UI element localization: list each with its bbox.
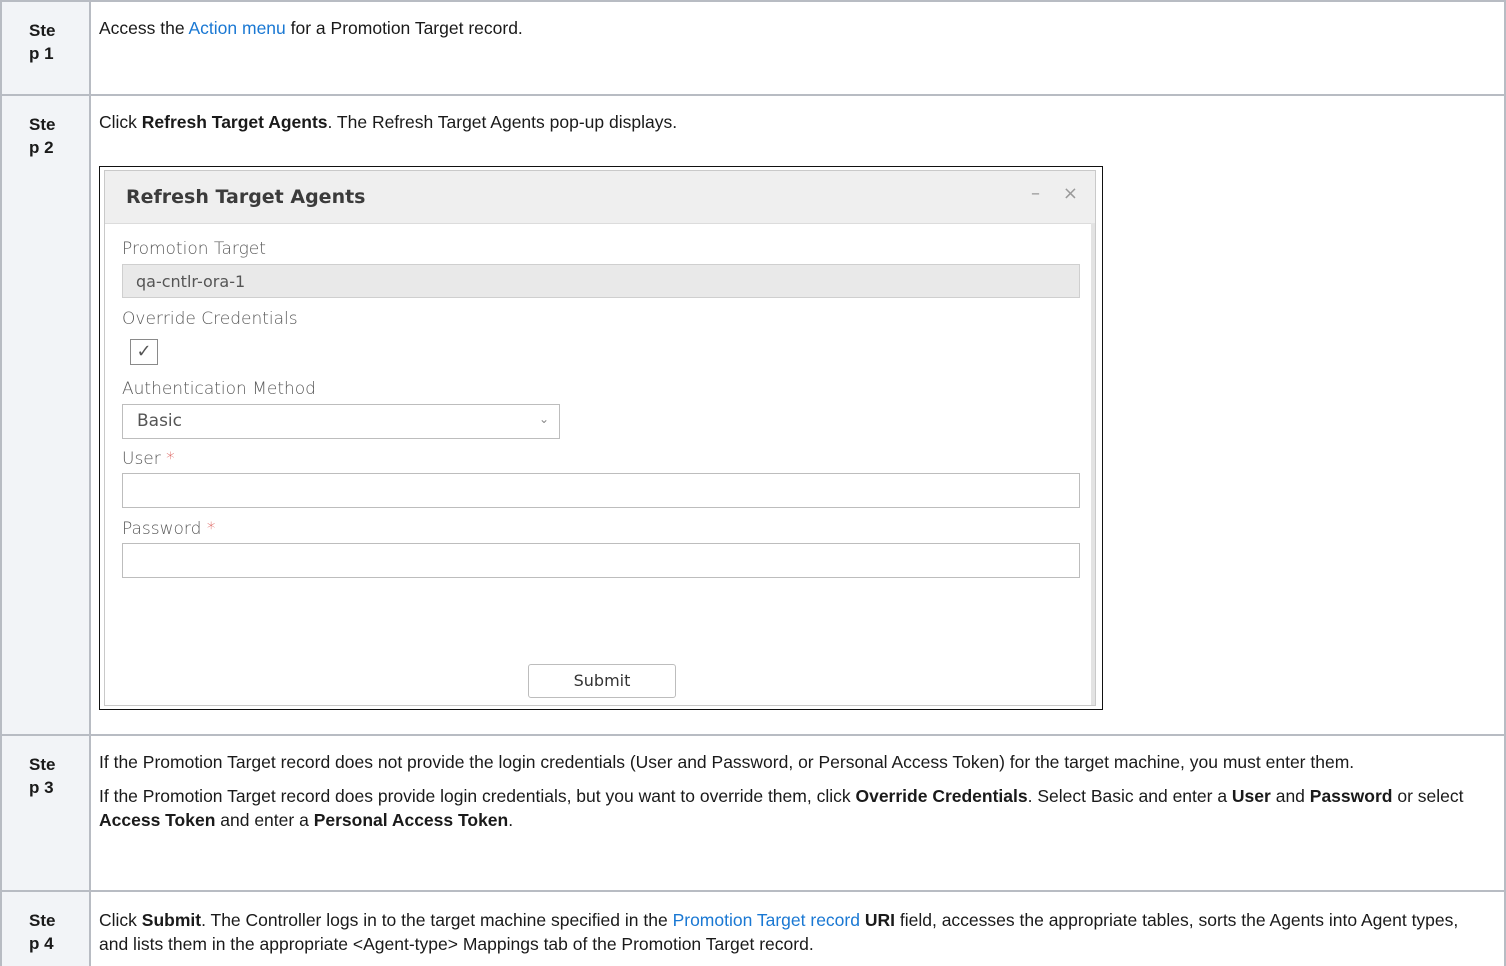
bold-term: Access Token — [99, 810, 216, 830]
step-number-line1: Ste — [29, 115, 56, 134]
bold-term: User — [1231, 786, 1271, 806]
submit-button[interactable]: Submit — [528, 664, 676, 698]
required-mark: * — [166, 449, 175, 469]
action-menu-link[interactable]: Action menu — [189, 18, 286, 38]
step-number-line2: p 4 — [29, 934, 54, 953]
step-row-1: Ste p 1 Access the Action menu for a Pro… — [2, 2, 1504, 96]
step-2-text: Click Refresh Target Agents. The Refresh… — [99, 110, 1468, 134]
refresh-target-agents-dialog-screenshot: Refresh Target Agents – × Promotion Targ… — [99, 166, 1103, 710]
step-number-line2: p 1 — [29, 44, 54, 63]
step-content-1: Access the Action menu for a Promotion T… — [99, 16, 1468, 40]
step-content-3: If the Promotion Target record does not … — [99, 750, 1468, 832]
text: Click — [99, 112, 142, 132]
text: . — [508, 810, 514, 830]
text: for a Promotion Target record. — [285, 18, 523, 38]
step-number-3: Ste p 3 — [2, 736, 91, 890]
authentication-method-select[interactable]: Basic ⌄ — [122, 404, 560, 439]
dialog-scrollbar[interactable] — [1091, 223, 1095, 705]
minimize-icon[interactable]: – — [1031, 183, 1040, 204]
text: If the Promotion Target record does prov… — [99, 786, 856, 806]
step-content-4: Click Submit. The Controller logs in to … — [99, 908, 1468, 956]
step-number-line1: Ste — [29, 911, 56, 930]
override-credentials-label: Override Credentials — [122, 309, 298, 329]
chevron-down-icon: ⌄ — [538, 412, 549, 426]
dialog-title: Refresh Target Agents — [126, 186, 366, 208]
step-number-1: Ste p 1 — [2, 2, 91, 94]
password-label: Password * — [122, 519, 215, 539]
bold-term: Password — [1309, 786, 1393, 806]
authentication-method-label: Authentication Method — [122, 379, 316, 399]
step-3-para-2: If the Promotion Target record does prov… — [99, 784, 1468, 832]
user-label-text: User — [122, 449, 161, 469]
text: and — [1270, 786, 1310, 806]
authentication-method-value: Basic — [137, 411, 183, 431]
step-row-4: Ste p 4 Click Submit. The Controller log… — [2, 892, 1504, 966]
text: or select — [1392, 786, 1464, 806]
promotion-target-field: qa-cntlr-ora-1 — [122, 264, 1080, 298]
bold-term: Personal Access Token — [313, 810, 509, 830]
text: . The Controller logs in to the target m… — [201, 910, 673, 930]
password-input[interactable] — [122, 543, 1080, 578]
step-number-line2: p 3 — [29, 778, 54, 797]
text: . Select Basic and enter a — [1027, 786, 1232, 806]
text: . The Refresh Target Agents pop-up displ… — [327, 112, 678, 132]
text: Access the — [99, 18, 189, 38]
promotion-target-label: Promotion Target — [122, 239, 266, 259]
step-number-line2: p 2 — [29, 138, 54, 157]
bold-term: URI — [864, 910, 895, 930]
required-mark: * — [206, 519, 216, 539]
dialog-body: Refresh Target Agents – × Promotion Targ… — [104, 170, 1096, 706]
promotion-target-record-link[interactable]: Promotion Target record — [673, 910, 860, 930]
step-number-line1: Ste — [29, 755, 56, 774]
bold-term: Refresh Target Agents — [141, 112, 328, 132]
step-row-2: Ste p 2 Click Refresh Target Agents. The… — [2, 96, 1504, 736]
steps-table: Ste p 1 Access the Action menu for a Pro… — [0, 0, 1506, 966]
text: Click — [99, 910, 142, 930]
bold-term: Override Credentials — [855, 786, 1028, 806]
step-row-3: Ste p 3 If the Promotion Target record d… — [2, 736, 1504, 892]
password-label-text: Password — [122, 519, 202, 539]
override-credentials-checkbox[interactable]: ✓ — [130, 339, 158, 365]
dialog-header: Refresh Target Agents – × — [105, 171, 1095, 224]
step-3-para-1: If the Promotion Target record does not … — [99, 752, 1355, 772]
user-input[interactable] — [122, 473, 1080, 508]
step-content-2: Click Refresh Target Agents. The Refresh… — [99, 110, 1468, 134]
step-number-4: Ste p 4 — [2, 892, 91, 966]
step-4-text: Click Submit. The Controller logs in to … — [99, 908, 1468, 956]
step-1-text: Access the Action menu for a Promotion T… — [99, 16, 1468, 40]
close-icon[interactable]: × — [1063, 183, 1078, 204]
user-label: User * — [122, 449, 175, 469]
step-number-line1: Ste — [29, 21, 56, 40]
text: and enter a — [215, 810, 314, 830]
step-number-2: Ste p 2 — [2, 96, 91, 734]
bold-term: Submit — [141, 910, 202, 930]
